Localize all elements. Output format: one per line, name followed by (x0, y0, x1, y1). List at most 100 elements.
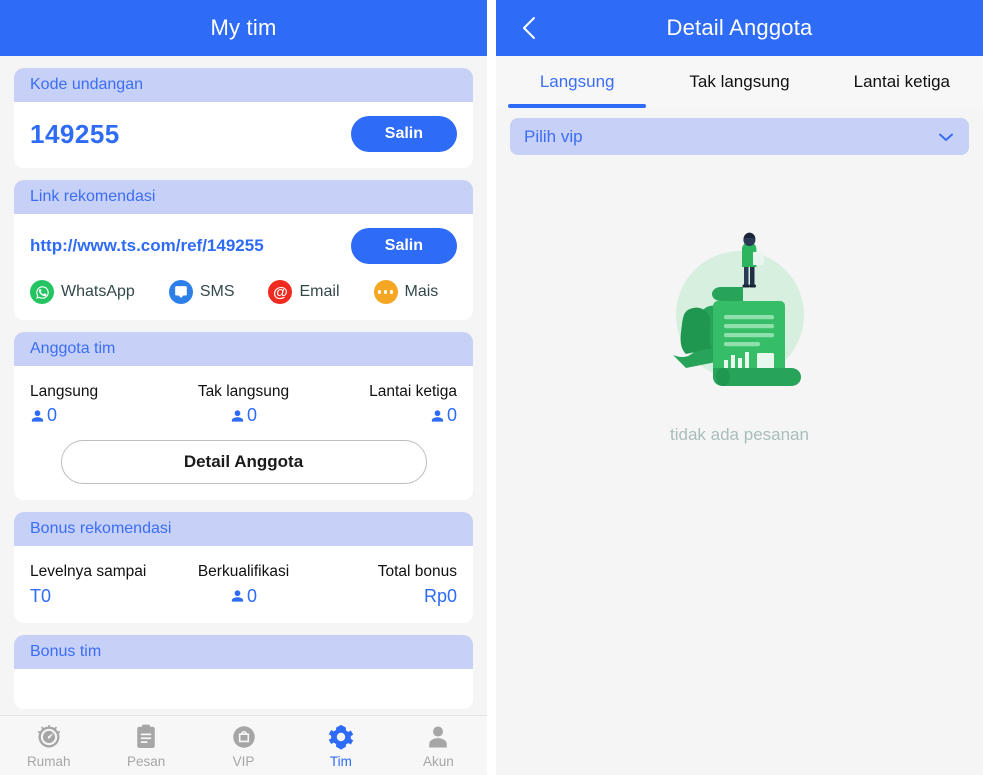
person-icon (31, 410, 44, 422)
invite-code-value: 149255 (30, 118, 120, 149)
referral-link-card: Link rekomendasi http://www.ts.com/ref/1… (14, 180, 473, 320)
team-members-stats-row: Langsung 0 Tak langsung 0 Lantai ketiga … (30, 380, 457, 426)
more-icon (373, 280, 398, 304)
vip-select-value: Pilih vip (524, 126, 583, 146)
tab-langsung[interactable]: Langsung (496, 56, 658, 108)
tab-lantai-ketiga[interactable]: Lantai ketiga (821, 56, 983, 108)
stat-lantai-ketiga-value-wrap: 0 (315, 405, 457, 426)
stat-levelnya-sampai-label: Levelnya sampai (30, 563, 147, 581)
tab-tak-langsung-label: Tak langsung (689, 72, 790, 91)
tab-tim-label: Tim (329, 753, 352, 769)
stat-levelnya-sampai-value-wrap: T0 (30, 586, 172, 607)
copy-code-button[interactable]: Salin (350, 116, 457, 152)
share-more-label: Mais (404, 283, 439, 300)
speedometer-icon (37, 724, 60, 747)
vip-select[interactable]: Pilih vip (510, 118, 969, 155)
share-whatsapp-label: WhatsApp (61, 283, 135, 300)
sms-icon (168, 280, 193, 304)
team-bonus-card-header: Bonus tim (14, 634, 473, 669)
team-members-card-body: Langsung 0 Tak langsung 0 Lantai ketiga … (14, 366, 473, 500)
stat-berkualifikasi-label: Berkualifikasi (197, 563, 290, 581)
tab-tim[interactable]: Tim (292, 723, 389, 769)
page-title: My tim (210, 15, 277, 40)
bonus-recommendation-card-body: Levelnya sampai T0 Berkualifikasi 0 Tota… (14, 546, 473, 622)
detail-anggota-button[interactable]: Detail Anggota (60, 440, 427, 485)
stat-total-bonus: Total bonus Rp0 (315, 560, 457, 606)
tab-pesan-label: Pesan (126, 753, 166, 769)
referral-link-value[interactable]: http://www.ts.com/ref/149255 (30, 236, 264, 256)
bonus-recommendation-card-header: Bonus rekomendasi (14, 512, 473, 547)
email-icon: @ (268, 280, 293, 304)
tab-vip-label: VIP (232, 753, 255, 769)
bonus-stats-row: Levelnya sampai T0 Berkualifikasi 0 Tota… (30, 560, 457, 606)
bottom-tabbar: Rumah Pesan VIP Tim Akun (0, 715, 487, 775)
stat-lantai-ketiga: Lantai ketiga 0 (315, 380, 457, 426)
panel-divider (487, 0, 496, 775)
clipboard-icon (137, 724, 155, 748)
person-icon (231, 410, 244, 422)
right-appbar: Detail Anggota (496, 0, 983, 56)
tab-lantai-ketiga-label: Lantai ketiga (853, 72, 951, 91)
team-members-card-header: Anggota tim (14, 332, 473, 366)
tab-vip[interactable]: VIP (195, 723, 292, 769)
whatsapp-icon (30, 280, 54, 304)
stat-langsung-value-wrap: 0 (30, 405, 172, 426)
tab-rumah-label: Rumah (26, 753, 71, 769)
stat-langsung-value: 0 (47, 405, 58, 426)
tab-tak-langsung[interactable]: Tak langsung (658, 56, 820, 108)
gear-icon (328, 724, 354, 750)
left-scroll-area[interactable]: Kode undangan 149255 Salin Link rekomend… (0, 56, 487, 715)
share-sms-label: SMS (199, 283, 235, 300)
share-options-row: WhatsApp SMS @ Email Mais (30, 280, 457, 304)
stat-berkualifikasi-value-wrap: 0 (172, 586, 314, 607)
left-appbar: My tim (0, 0, 487, 56)
share-email[interactable]: @ Email (268, 280, 340, 304)
chevron-down-icon (939, 133, 953, 141)
person-on-document-illustration (672, 232, 804, 386)
detail-page-title: Detail Anggota (666, 15, 813, 40)
tab-akun[interactable]: Akun (390, 723, 487, 769)
empty-state: tidak ada pesanan (496, 227, 983, 445)
referral-link-card-body: http://www.ts.com/ref/149255 Salin Whats… (14, 214, 473, 320)
stat-tak-langsung: Tak langsung 0 (172, 380, 314, 426)
person-icon (431, 410, 444, 422)
tab-rumah[interactable]: Rumah (0, 723, 97, 769)
stat-langsung: Langsung 0 (30, 380, 172, 426)
team-members-card: Anggota tim Langsung 0 Tak langsung 0 La… (14, 332, 473, 501)
copy-link-button[interactable]: Salin (350, 228, 457, 264)
team-bonus-card-body (14, 669, 473, 709)
stat-berkualifikasi-value: 0 (246, 585, 257, 606)
invite-code-card-body: 149255 Salin (14, 102, 473, 168)
invite-code-card-header: Kode undangan (14, 68, 473, 102)
stat-levelnya-sampai-value: T0 (30, 585, 52, 606)
tab-pesan[interactable]: Pesan (97, 723, 194, 769)
share-email-label: Email (299, 283, 340, 300)
tab-akun-label: Akun (422, 753, 454, 769)
share-more[interactable]: Mais (373, 280, 439, 304)
member-level-tabs: Langsung Tak langsung Lantai ketiga (496, 56, 983, 108)
team-bonus-card: Bonus tim (14, 634, 473, 709)
empty-state-text: tidak ada pesanan (670, 425, 809, 444)
stat-lantai-ketiga-label: Lantai ketiga (369, 383, 457, 400)
person-icon (429, 726, 448, 747)
vip-filter-wrap: Pilih vip (496, 108, 983, 155)
stat-total-bonus-value-wrap: Rp0 (315, 586, 457, 607)
stat-langsung-label: Langsung (30, 383, 99, 400)
chevron-left-icon (523, 17, 535, 39)
stat-total-bonus-label: Total bonus (377, 563, 457, 581)
bonus-recommendation-card: Bonus rekomendasi Levelnya sampai T0 Ber… (14, 512, 473, 623)
share-sms[interactable]: SMS (168, 280, 235, 304)
stat-tak-langsung-value: 0 (246, 405, 257, 426)
back-button[interactable] (510, 0, 548, 56)
share-whatsapp[interactable]: WhatsApp (30, 280, 135, 304)
stat-tak-langsung-value-wrap: 0 (172, 405, 314, 426)
invite-code-card: Kode undangan 149255 Salin (14, 68, 473, 168)
member-detail-panel: Detail Anggota Langsung Tak langsung Lan… (496, 0, 983, 775)
stat-lantai-ketiga-value: 0 (446, 405, 457, 426)
referral-link-row: http://www.ts.com/ref/149255 Salin (30, 228, 457, 264)
person-icon (231, 590, 244, 602)
shopping-bag-icon (232, 725, 255, 748)
tab-langsung-label: Langsung (539, 72, 615, 91)
stat-levelnya-sampai: Levelnya sampai T0 (30, 560, 172, 606)
stat-tak-langsung-label: Tak langsung (197, 383, 290, 400)
